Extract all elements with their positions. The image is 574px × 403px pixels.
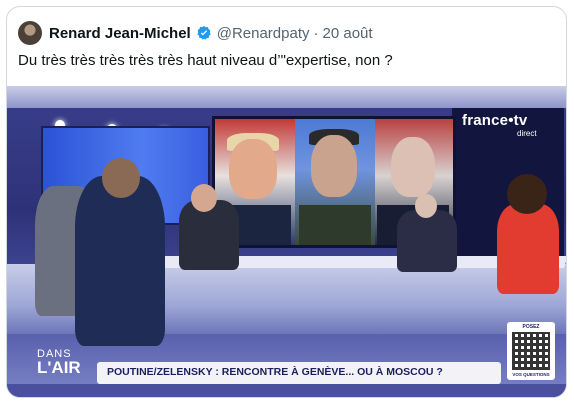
portrait-face [391,137,435,197]
channel-logo-sub: direct [517,129,537,138]
tweet-media-image[interactable]: france•tv direct DANS L'AIR POUTINE/ZELE… [7,86,566,397]
media-bottom-band [7,384,566,397]
portrait-face [229,139,277,199]
portrait-suit [299,205,371,245]
qr-caption-top: POSEZ [522,324,540,330]
tweet-text: Du très très très très très haut niveau … [18,52,393,69]
guest-head [102,158,140,198]
avatar[interactable] [18,21,42,45]
show-logo-bottom: L'AIR [37,358,81,377]
guest-head [191,184,217,212]
portrait-face [311,135,357,197]
guest-head [415,194,437,218]
tweet-date[interactable]: 20 août [323,25,373,42]
author-name[interactable]: Renard Jean-Michel [49,25,191,42]
tweet-card[interactable]: Renard Jean-Michel @Renardpaty · 20 août… [6,6,567,398]
studio-ceiling [7,86,566,108]
show-logo: DANS L'AIR [37,348,81,376]
news-ticker-text: POUTINE/ZELENSKY : RENCONTRE À GENÈVE...… [107,366,443,378]
separator-dot: · [313,24,319,42]
channel-logo: france•tv [462,112,528,129]
guest-figure-foreground [75,176,165,346]
host-figure [497,204,559,294]
guest-figure [397,210,457,272]
qr-caption-bottom: VOS QUESTIONS [512,372,550,377]
qr-code-icon [512,332,550,370]
host-head [507,174,547,214]
verified-badge-icon [197,26,211,40]
author-handle[interactable]: @Renardpaty [217,25,310,42]
tweet-header: Renard Jean-Michel @Renardpaty · 20 août [18,20,373,46]
